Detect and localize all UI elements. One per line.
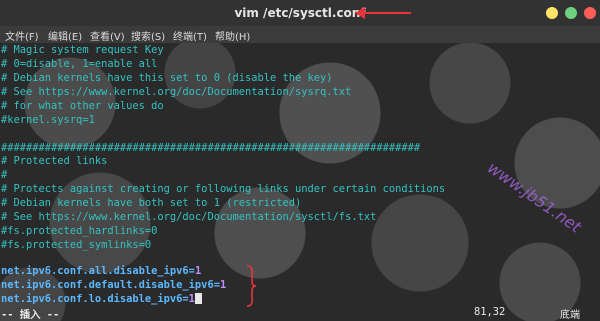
text-line: # Debian kernels have this set to 0 (dis… — [1, 72, 333, 84]
minimize-button[interactable] — [546, 7, 558, 19]
cursor-position: 81,32 — [474, 306, 506, 318]
annotation-brace — [246, 265, 257, 307]
setting-line: net.ipv6.conf.lo.disable_ipv6=1 — [1, 293, 202, 307]
menu-terminal[interactable]: 终端(T) — [173, 28, 207, 43]
annotation-arrow — [355, 7, 411, 19]
window-title: vim /etc/sysctl.conf — [234, 6, 366, 20]
insert-mode-indicator: -- 插入 -- — [1, 309, 60, 321]
text-line: #kernel.sysrq=1 — [1, 114, 95, 126]
text-cursor — [194, 293, 202, 304]
setting-key: net.ipv6.conf.all.disable_ipv6= — [1, 265, 195, 277]
menu-file[interactable]: 文件(F) — [5, 28, 39, 43]
text-line: # Debian kernels have both set to 1 (res… — [1, 197, 302, 209]
terminal-area[interactable]: # Magic system request Key # 0=disable, … — [0, 43, 600, 321]
text-line: # — [1, 169, 8, 181]
menu-bar: 文件(F) 编辑(E) 查看(V) 搜索(S) 终端(T) 帮助(H) — [0, 26, 600, 43]
text-line: # See https://www.kernel.org/doc/Documen… — [1, 211, 377, 223]
setting-key: net.ipv6.conf.lo.disable_ipv6= — [1, 293, 189, 305]
close-button[interactable] — [584, 7, 596, 19]
watermark: www.jb51.net — [484, 158, 585, 237]
scroll-location: 底端 — [560, 310, 580, 321]
text-line: #fs.protected_symlinks=0 — [1, 239, 152, 251]
menu-edit[interactable]: 编辑(E) — [48, 28, 82, 43]
text-line: # Magic system request Key — [1, 44, 164, 56]
text-line: # Protects against creating or following… — [1, 183, 446, 195]
status-bar: -- 插入 -- 81,32 底端 — [0, 306, 600, 321]
text-line: ########################################… — [1, 142, 421, 154]
maximize-button[interactable] — [565, 7, 577, 19]
menu-search[interactable]: 搜索(S) — [131, 28, 165, 43]
setting-value: 1 — [194, 265, 202, 277]
menu-view[interactable]: 查看(V) — [90, 28, 125, 43]
setting-value: 1 — [219, 279, 227, 291]
text-line: # Protected links — [1, 155, 108, 167]
menu-help[interactable]: 帮助(H) — [215, 28, 250, 43]
text-line: # for what other values do — [1, 100, 164, 112]
text-line: # See https://www.kernel.org/doc/Documen… — [1, 86, 352, 98]
window-titlebar[interactable]: vim /etc/sysctl.conf — [0, 0, 600, 26]
setting-key: net.ipv6.conf.default.disable_ipv6= — [1, 279, 220, 291]
setting-line: net.ipv6.conf.default.disable_ipv6=1 — [1, 279, 226, 293]
text-line: #fs.protected_hardlinks=0 — [1, 225, 158, 237]
setting-line: net.ipv6.conf.all.disable_ipv6=1 — [1, 265, 201, 279]
text-line: # 0=disable, 1=enable all — [1, 58, 158, 70]
